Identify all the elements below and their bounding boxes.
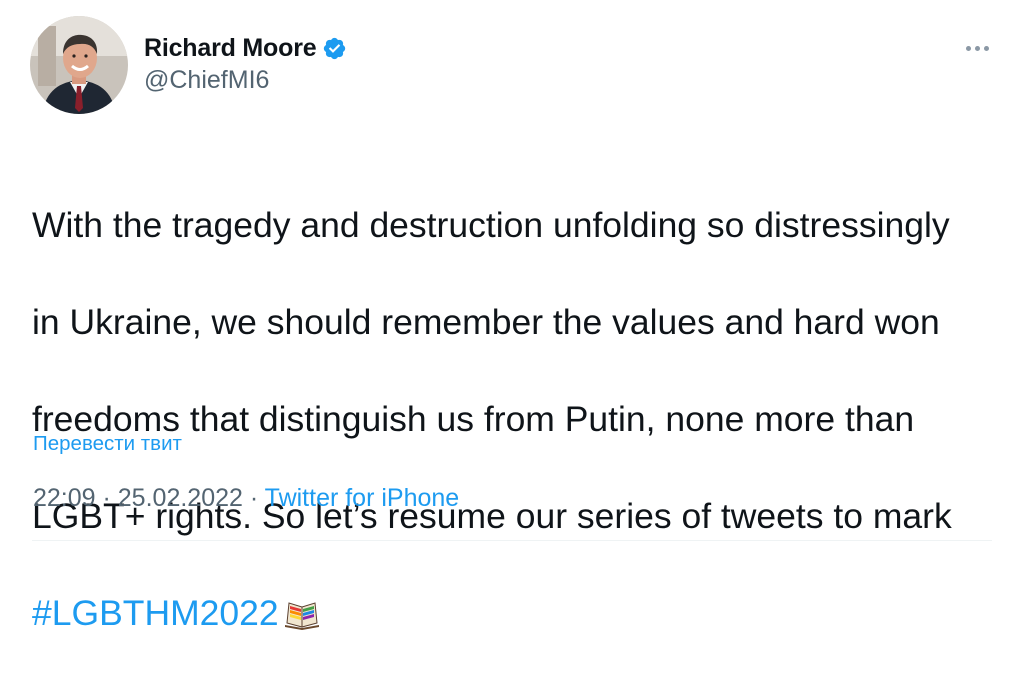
tweet-text: With the tragedy and destruction unfoldi…: [32, 152, 992, 692]
meta-separator: ·: [95, 484, 118, 512]
tweet-line-hashtag: #LGBTHM2022: [32, 589, 992, 644]
meta-separator: ·: [242, 484, 265, 512]
profile-photo: [30, 16, 128, 114]
rainbow-book-icon: [283, 595, 321, 644]
tweet-source-link[interactable]: Twitter for iPhone: [265, 484, 460, 512]
avatar[interactable]: [30, 16, 128, 114]
verified-badge-icon: [322, 36, 347, 61]
tweet-date[interactable]: 25.02.2022: [118, 484, 243, 512]
more-options-button[interactable]: [962, 36, 992, 60]
tweet-time[interactable]: 22:09: [33, 484, 96, 512]
author-name-link[interactable]: Richard Moore: [144, 30, 347, 66]
tweet-line: in Ukraine, we should remember the value…: [32, 301, 940, 342]
more-icon-dot: [983, 45, 989, 51]
tweet-meta: 22:09 · 25.02.2022 · Twitter for iPhone: [33, 484, 459, 513]
display-name: Richard Moore: [144, 33, 317, 62]
hashtag-link[interactable]: #LGBTHM2022: [32, 593, 279, 633]
more-icon-dot: [965, 45, 971, 51]
translate-tweet-link[interactable]: Перевести твит: [33, 432, 182, 456]
author-handle[interactable]: @ChiefMI6: [144, 66, 269, 95]
divider: [32, 540, 992, 541]
more-icon-dot: [974, 45, 980, 51]
tweet-line: With the tragedy and destruction unfoldi…: [32, 204, 950, 245]
